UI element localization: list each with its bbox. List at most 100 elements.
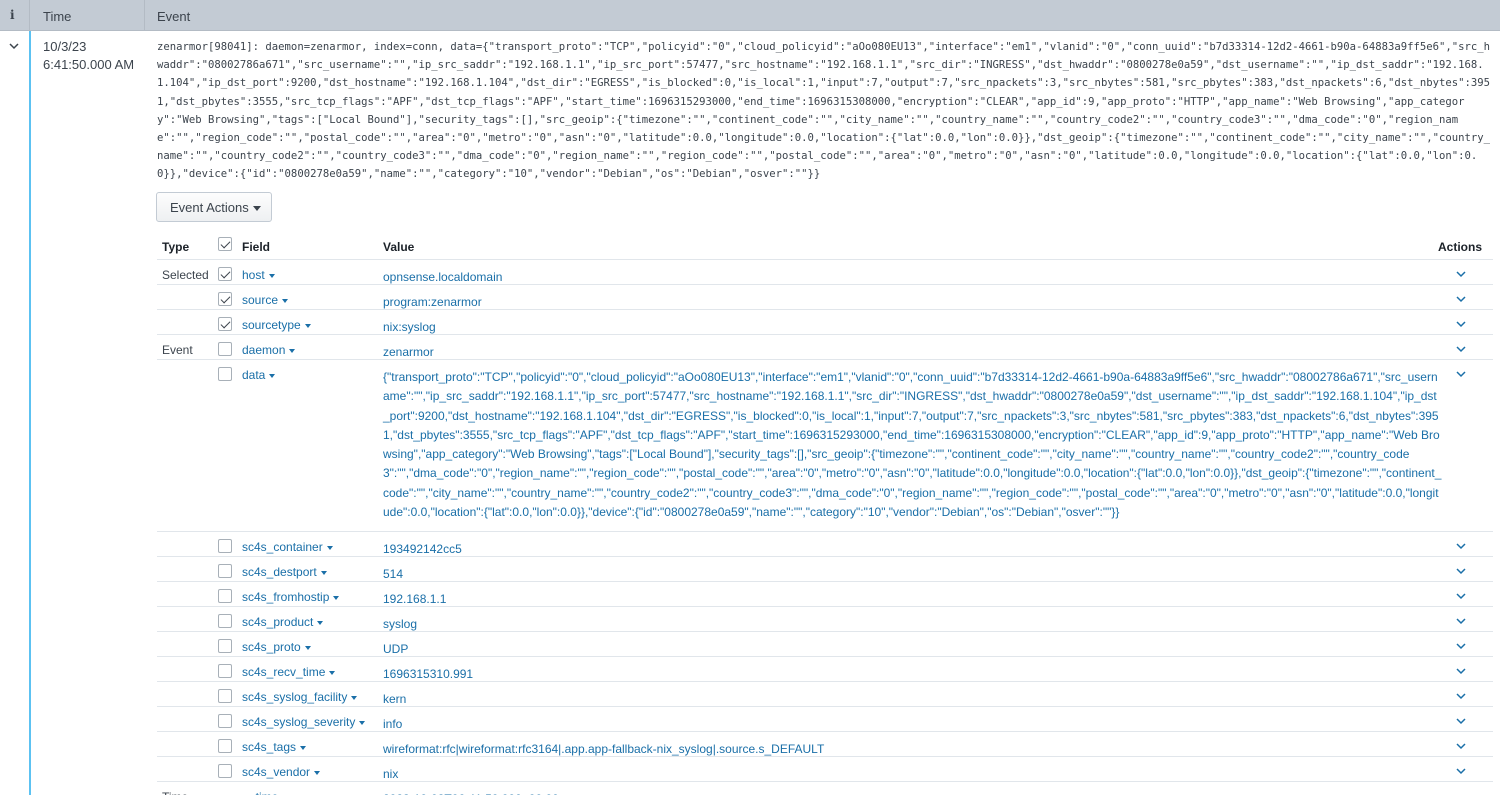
chevron-down-icon[interactable] [1455, 615, 1467, 627]
select-all-checkbox[interactable] [218, 237, 232, 251]
column-separator [29, 0, 30, 31]
chevron-down-icon[interactable] [1455, 690, 1467, 702]
chevron-down-icon[interactable] [1455, 740, 1467, 752]
field-name-dropdown[interactable]: daemon [242, 343, 296, 357]
caret-down-icon [304, 645, 311, 650]
chevron-down-icon[interactable] [1455, 368, 1467, 380]
fields-header-type: Type [162, 240, 190, 254]
field-select-checkbox[interactable] [218, 564, 232, 578]
field-name-dropdown[interactable]: sc4s_fromhostip [242, 590, 340, 604]
field-name-dropdown[interactable]: sc4s_syslog_severity [242, 715, 366, 729]
field-name: sc4s_fromhostip [242, 590, 330, 604]
field-row: source program:zenarmor [157, 284, 1493, 309]
field-name: sc4s_syslog_severity [242, 715, 356, 729]
field-name: sc4s_syslog_facility [242, 690, 348, 704]
field-select-checkbox[interactable] [218, 267, 232, 281]
field-value[interactable]: 2023-10-03T06:41:50.000+00:00 [383, 790, 1443, 795]
chevron-down-icon[interactable] [1455, 268, 1467, 280]
field-name: sc4s_tags [242, 740, 297, 754]
field-name-dropdown[interactable]: sc4s_tags [242, 740, 307, 754]
field-name-dropdown[interactable]: data [242, 368, 276, 382]
field-name-dropdown[interactable]: sc4s_vendor [242, 765, 321, 779]
field-select-checkbox[interactable] [218, 664, 232, 678]
info-icon[interactable]: i [10, 8, 15, 22]
field-row: sc4s_destport 514 [157, 556, 1493, 581]
chevron-down-icon[interactable] [1455, 540, 1467, 552]
caret-down-icon [282, 298, 289, 303]
chevron-down-icon[interactable] [1455, 715, 1467, 727]
results-header: i Time Event [0, 0, 1500, 31]
caret-down-icon [329, 670, 336, 675]
field-name-dropdown[interactable]: sc4s_recv_time [242, 665, 336, 679]
field-row: sc4s_product syslog [157, 606, 1493, 631]
selected-row-indicator [29, 31, 31, 795]
chevron-down-icon[interactable] [1455, 665, 1467, 677]
field-row: Selected host opnsense.localdomain [157, 259, 1493, 284]
field-select-checkbox[interactable] [218, 342, 232, 356]
field-name: sourcetype [242, 318, 301, 332]
column-separator [144, 0, 145, 31]
field-value[interactable]: {"transport_proto":"TCP","policyid":"0",… [383, 368, 1443, 522]
field-name-dropdown[interactable]: sc4s_proto [242, 640, 311, 654]
raw-event-text: zenarmor[98041]: daemon=zenarmor, index=… [157, 41, 1490, 181]
field-row: sourcetype nix:syslog [157, 309, 1493, 334]
caret-down-icon [317, 620, 324, 625]
field-select-checkbox[interactable] [218, 614, 232, 628]
event-date: 10/3/23 [43, 39, 87, 54]
field-name: source [242, 293, 279, 307]
caret-down-icon [333, 595, 340, 600]
field-name-dropdown[interactable]: source [242, 293, 289, 307]
field-row: sc4s_syslog_severity info [157, 706, 1493, 731]
field-name: sc4s_destport [242, 565, 317, 579]
fields-header-value: Value [383, 240, 415, 254]
chevron-down-icon[interactable] [1455, 343, 1467, 355]
field-name-dropdown[interactable]: sourcetype [242, 318, 311, 332]
event-time: 6:41:50.000 AM [43, 57, 135, 72]
field-name: sc4s_product [242, 615, 314, 629]
chevron-down-icon[interactable] [1455, 765, 1467, 777]
field-select-checkbox[interactable] [218, 317, 232, 331]
field-select-checkbox[interactable] [218, 739, 232, 753]
caret-down-icon [300, 745, 307, 750]
field-name-dropdown[interactable]: host [242, 268, 275, 282]
field-select-checkbox[interactable] [218, 689, 232, 703]
field-name: _time [249, 790, 278, 795]
field-name-dropdown[interactable]: sc4s_product [242, 615, 324, 629]
caret-down-icon [326, 545, 333, 550]
field-select-checkbox[interactable] [218, 589, 232, 603]
caret-down-icon [268, 273, 275, 278]
chevron-down-icon[interactable] [8, 40, 20, 52]
field-type-label: Event [162, 343, 193, 357]
field-row: sc4s_syslog_facility kern [157, 681, 1493, 706]
field-select-checkbox[interactable] [218, 539, 232, 553]
field-name: host [242, 268, 265, 282]
event-actions-button[interactable]: Event Actions [156, 192, 272, 222]
caret-down-icon [320, 570, 327, 575]
caret-down-icon [252, 206, 261, 212]
field-row: sc4s_tags wireformat:rfc|wireformat:rfc31… [157, 731, 1493, 756]
field-row: sc4s_vendor nix [157, 756, 1493, 781]
field-select-checkbox[interactable] [218, 292, 232, 306]
field-name-dropdown[interactable]: _time [249, 790, 288, 795]
field-name-dropdown[interactable]: sc4s_container [242, 540, 333, 554]
fields-header-actions: Actions [1438, 240, 1483, 254]
field-select-checkbox[interactable] [218, 714, 232, 728]
chevron-down-icon[interactable] [1455, 565, 1467, 577]
column-header-time[interactable]: Time [43, 9, 71, 24]
field-type-label: Time [162, 790, 188, 795]
chevron-down-icon[interactable] [1455, 640, 1467, 652]
chevron-down-icon[interactable] [1455, 293, 1467, 305]
caret-down-icon [289, 348, 296, 353]
chevron-down-icon[interactable] [1455, 318, 1467, 330]
field-name-dropdown[interactable]: sc4s_destport [242, 565, 327, 579]
field-row: data {"transport_proto":"TCP","policyid":… [157, 359, 1493, 531]
field-select-checkbox[interactable] [218, 764, 232, 778]
field-name: daemon [242, 343, 286, 357]
chevron-down-icon[interactable] [1455, 590, 1467, 602]
fields-header-field: Field [242, 240, 271, 254]
field-select-checkbox[interactable] [218, 639, 232, 653]
field-name: data [242, 368, 266, 382]
field-name-dropdown[interactable]: sc4s_syslog_facility [242, 690, 358, 704]
caret-down-icon [269, 373, 276, 378]
field-select-checkbox[interactable] [218, 367, 232, 381]
